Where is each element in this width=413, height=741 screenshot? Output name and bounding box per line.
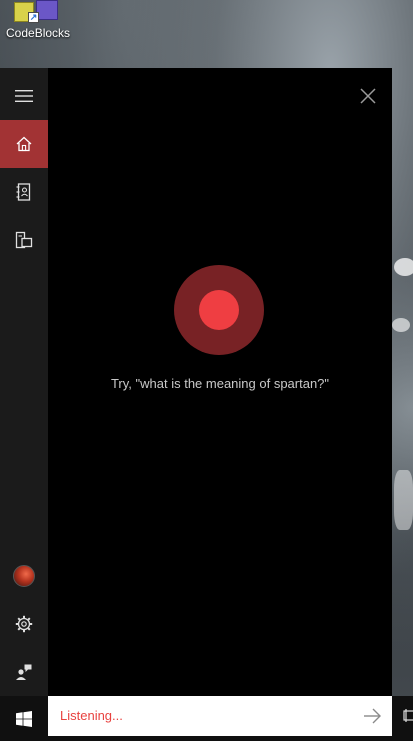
- hamburger-menu-button[interactable]: [0, 72, 48, 120]
- close-button[interactable]: [358, 86, 378, 106]
- desktop-shortcut-codeblocks[interactable]: ↗ CodeBlocks: [0, 0, 72, 44]
- taskbar: Listening...: [0, 696, 413, 741]
- task-view-button[interactable]: [400, 706, 413, 728]
- devices-icon: [15, 231, 33, 249]
- hamburger-menu-icon: [15, 90, 33, 102]
- shortcut-arrow-icon: ↗: [28, 12, 39, 23]
- desktop-decoration: [392, 318, 410, 332]
- avatar: [13, 565, 35, 587]
- arrow-right-icon: [364, 708, 381, 724]
- task-view-icon: [403, 709, 413, 722]
- suggestion-text: Try, "what is the meaning of spartan?": [110, 376, 330, 391]
- sidebar-item-feedback[interactable]: [0, 648, 48, 696]
- home-icon: [16, 136, 32, 152]
- cortana-search-box[interactable]: Listening...: [48, 696, 392, 736]
- sidebar-item-devices[interactable]: [0, 216, 48, 264]
- sidebar-item-notebook[interactable]: [0, 168, 48, 216]
- cortana-sidebar: [0, 68, 48, 696]
- feedback-icon: [16, 664, 32, 680]
- close-icon: [360, 88, 376, 104]
- submit-button[interactable]: [362, 706, 382, 726]
- cortana-panel: Try, "what is the meaning of spartan?": [48, 68, 392, 696]
- listening-indicator[interactable]: [174, 265, 264, 355]
- notebook-icon: [16, 183, 31, 201]
- desktop-decoration: [394, 470, 413, 530]
- sidebar-item-account[interactable]: [0, 552, 48, 600]
- gear-icon: [15, 615, 33, 633]
- start-button[interactable]: [0, 696, 48, 741]
- search-status: Listening...: [60, 708, 123, 723]
- sidebar-item-settings[interactable]: [0, 600, 48, 648]
- shortcut-label: CodeBlocks: [6, 26, 71, 40]
- sidebar-item-home[interactable]: [0, 120, 48, 168]
- desktop-decoration: [394, 258, 413, 276]
- codeblocks-icon: ↗: [14, 0, 60, 23]
- windows-logo-icon: [16, 710, 32, 727]
- listening-dot: [199, 290, 239, 330]
